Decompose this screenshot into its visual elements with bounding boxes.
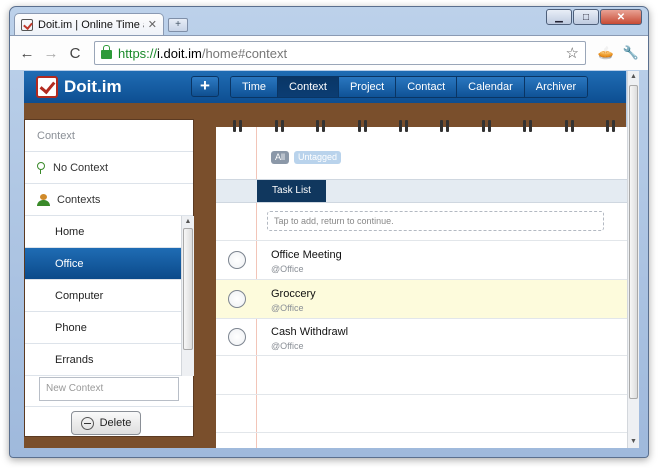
reload-button[interactable]: C: [64, 42, 86, 64]
task-context: @Office: [271, 264, 304, 274]
app-header: Doit.im + Time Context Project Contact C…: [24, 71, 626, 103]
binding-ring-icon: [356, 120, 370, 134]
minimize-button[interactable]: ▁: [546, 9, 572, 25]
page-scroll-thumb[interactable]: [629, 85, 638, 399]
nav-tab-calendar[interactable]: Calendar: [457, 77, 525, 97]
task-row[interactable]: Office Meeting @Office: [216, 241, 627, 279]
binding-ring-icon: [563, 120, 577, 134]
nav-tab-context[interactable]: Context: [278, 77, 339, 97]
window-controls: ▁ □ ✕: [545, 9, 642, 25]
quick-add-input[interactable]: Tap to add, return to continue.: [267, 211, 604, 231]
url-host: i.doit.im: [157, 45, 202, 61]
row-divider: [216, 355, 627, 356]
page-scroll-down-icon[interactable]: ▼: [628, 436, 639, 448]
binding-ring-icon: [438, 120, 452, 134]
sidebar-header-label: Context: [37, 129, 75, 142]
task-context: @Office: [271, 341, 304, 351]
contexts-label: Contexts: [57, 193, 101, 206]
nav-tab-time[interactable]: Time: [231, 77, 279, 97]
nav-tab-archiver[interactable]: Archiver: [524, 77, 588, 97]
minus-circle-icon: [80, 416, 94, 430]
contexts-people-icon: [37, 193, 51, 206]
nav-tab-contact[interactable]: Contact: [396, 77, 458, 97]
task-title[interactable]: Groccery: [271, 288, 316, 300]
sidebar-item-computer[interactable]: Computer: [25, 280, 181, 312]
address-bar[interactable]: https:// i.doit.im /home#context ☆: [94, 41, 586, 65]
doit-logo-icon: [36, 76, 58, 98]
back-button[interactable]: ←: [16, 42, 38, 64]
task-title[interactable]: Office Meeting: [271, 249, 342, 261]
lock-icon: [101, 45, 112, 59]
sidebar-divider: [25, 406, 193, 407]
extension-icon[interactable]: 🥧: [595, 42, 617, 64]
sidebar-scrollbar[interactable]: ▲: [181, 216, 194, 376]
tab-title: Doit.im | Online Time an...: [38, 18, 144, 31]
delete-context-button[interactable]: Delete: [71, 411, 141, 435]
sidebar-header: Context: [25, 120, 193, 152]
app-logo-text: Doit.im: [64, 77, 122, 96]
binding-ring-icon: [397, 120, 411, 134]
page-scroll-up-icon[interactable]: ▲: [628, 71, 639, 83]
task-title[interactable]: Cash Withdrawl: [271, 326, 348, 338]
row-divider: [216, 432, 627, 433]
delete-label: Delete: [99, 417, 132, 429]
sidebar-scroll-thumb[interactable]: [183, 228, 193, 350]
filter-untagged-chip[interactable]: Untagged: [294, 151, 342, 164]
sidebar-item-office[interactable]: Office: [25, 248, 181, 280]
browser-toolbar: ← → C https:// i.doit.im /home#context ☆…: [10, 35, 648, 70]
browser-tab[interactable]: Doit.im | Online Time an... ✕: [14, 13, 164, 35]
main-nav: Time Context Project Contact Calendar Ar…: [230, 76, 589, 98]
add-task-button[interactable]: +: [191, 76, 219, 97]
row-divider: [216, 394, 627, 395]
sidebar-item-phone[interactable]: Phone: [25, 312, 181, 344]
binding-ring-icon: [604, 120, 618, 134]
task-complete-checkbox[interactable]: [228, 251, 246, 269]
binding-ring-icon: [314, 120, 328, 134]
binding-ring-icon: [480, 120, 494, 134]
page-scrollbar[interactable]: ▲ ▼: [627, 71, 639, 448]
context-sidebar: Context No Context Contexts Home Office …: [24, 119, 194, 437]
task-row[interactable]: Groccery @Office: [216, 280, 627, 318]
sidebar-item-contexts[interactable]: Contexts: [25, 184, 193, 216]
sidebar-item-no-context[interactable]: No Context: [25, 152, 193, 184]
tag-filter: All Untagged: [271, 151, 342, 164]
binding-ring-icon: [231, 120, 245, 134]
tab-close-icon[interactable]: ✕: [148, 18, 157, 31]
scroll-up-icon[interactable]: ▲: [182, 216, 194, 228]
filter-all-chip[interactable]: All: [271, 151, 290, 164]
bookmark-star-icon[interactable]: ☆: [566, 44, 579, 62]
tab-task-list[interactable]: Task List: [257, 180, 326, 202]
sidebar-item-home[interactable]: Home: [25, 216, 181, 248]
new-context-input[interactable]: New Context: [39, 377, 179, 401]
url-path: /home#context: [201, 45, 288, 61]
task-complete-checkbox[interactable]: [228, 328, 246, 346]
wrench-icon[interactable]: 🔧: [620, 42, 642, 64]
sidebar-item-errands[interactable]: Errands: [25, 344, 181, 376]
context-list: Home Office Computer Phone Errands: [25, 216, 181, 376]
forward-button[interactable]: →: [40, 42, 62, 64]
notebook-binding: [216, 120, 627, 136]
task-complete-checkbox[interactable]: [228, 290, 246, 308]
close-window-button[interactable]: ✕: [600, 9, 642, 25]
no-context-label: No Context: [53, 161, 109, 174]
task-context: @Office: [271, 303, 304, 313]
binding-ring-icon: [521, 120, 535, 134]
new-tab-button[interactable]: +: [168, 18, 188, 32]
location-pin-icon: [37, 161, 45, 174]
task-row[interactable]: Cash Withdrawl @Office: [216, 318, 627, 356]
maximize-button[interactable]: □: [573, 9, 599, 25]
doit-favicon-icon: [21, 18, 33, 31]
binding-ring-icon: [273, 120, 287, 134]
tab-strip: Doit.im | Online Time an... ✕ +: [14, 11, 188, 35]
nav-tab-project[interactable]: Project: [338, 77, 397, 97]
url-scheme: https://: [118, 45, 158, 61]
